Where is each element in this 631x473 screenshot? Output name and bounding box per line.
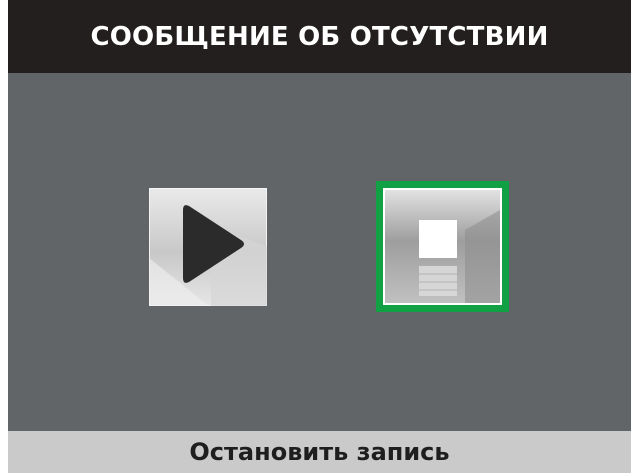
stop-icon — [419, 210, 500, 303]
stop-button-face — [385, 190, 500, 303]
play-icon — [149, 205, 267, 306]
status-label: Остановить запись — [189, 438, 450, 466]
play-button[interactable] — [149, 188, 267, 306]
stop-record-button[interactable] — [376, 181, 509, 312]
page-title: СООБЩЕНИЕ ОБ ОТСУТСТВИИ — [90, 21, 549, 52]
status-bar: Остановить запись — [8, 431, 631, 473]
device-screen: СООБЩЕНИЕ ОБ ОТСУТСТВИИ Остановить запис… — [8, 0, 631, 473]
title-bar: СООБЩЕНИЕ ОБ ОТСУТСТВИИ — [8, 0, 631, 73]
